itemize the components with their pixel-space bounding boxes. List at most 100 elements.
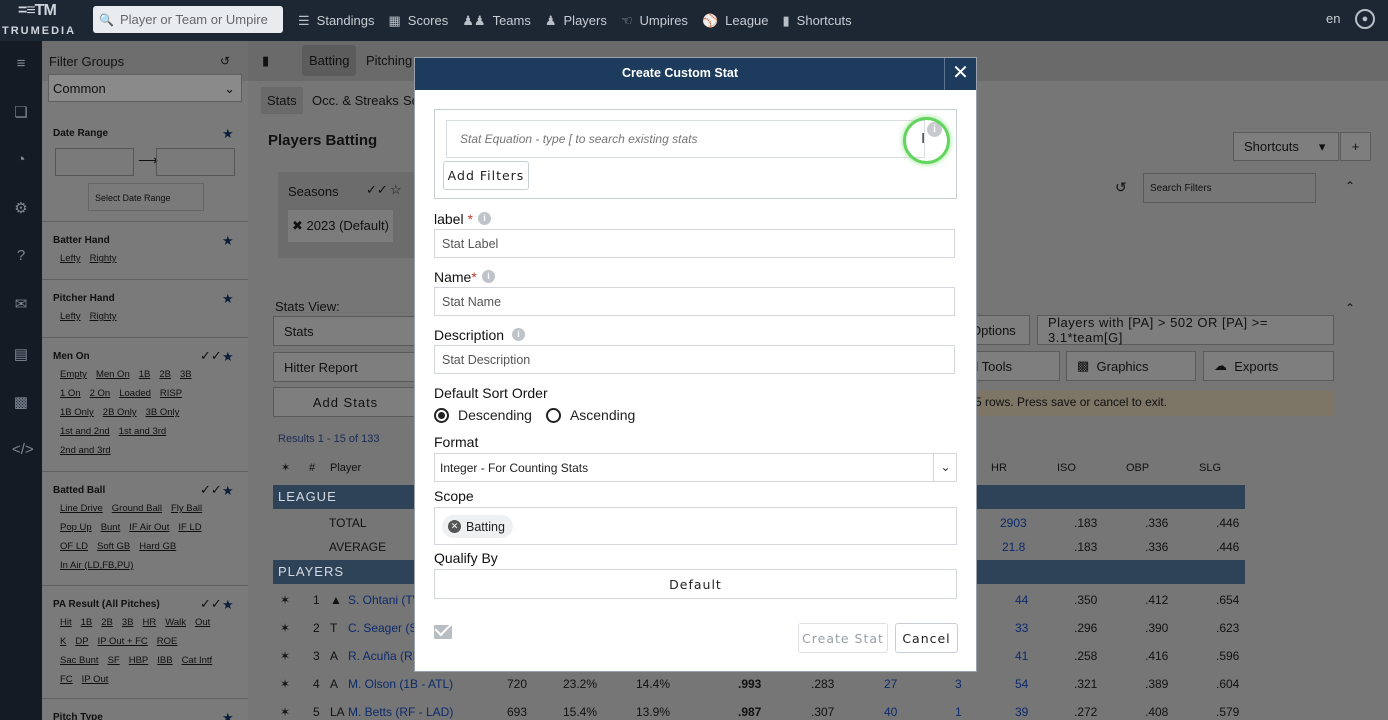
format-select[interactable]: Integer - For Counting Stats ⌄ bbox=[434, 453, 957, 482]
star-icon[interactable]: ★ bbox=[222, 710, 234, 720]
filter-link[interactable]: 1st and 2nd bbox=[60, 426, 110, 437]
filter-link[interactable]: Lefty bbox=[60, 253, 81, 264]
filter-link[interactable]: 2nd and 3rd bbox=[60, 445, 111, 456]
pin-icon[interactable]: ✶ bbox=[281, 461, 290, 474]
graphics-dropdown[interactable]: ▩ Graphics bbox=[1066, 351, 1196, 381]
filter-link[interactable]: Loaded bbox=[119, 388, 151, 399]
filter-link[interactable]: Hard GB bbox=[139, 541, 176, 552]
exports-dropdown[interactable]: ☁ Exports bbox=[1203, 351, 1334, 381]
filter-link[interactable]: SF bbox=[108, 655, 120, 666]
global-search[interactable]: 🔍 bbox=[93, 6, 283, 33]
filter-link[interactable]: Hit bbox=[60, 617, 72, 628]
add-stats-button[interactable]: Add Stats bbox=[273, 387, 418, 417]
reset-filters-icon[interactable]: ↺ bbox=[1115, 179, 1127, 196]
mail-icon[interactable] bbox=[434, 625, 452, 639]
column-header-iso[interactable]: ISO bbox=[1057, 462, 1076, 474]
search-filters-input[interactable]: Search Filters bbox=[1143, 173, 1316, 203]
ascending-label[interactable]: Ascending bbox=[570, 407, 635, 423]
column-header-slg[interactable]: SLG bbox=[1199, 462, 1221, 474]
filter-link[interactable]: IP Out bbox=[82, 674, 109, 685]
filter-link[interactable]: Empty bbox=[60, 369, 87, 380]
filter-link[interactable]: RISP bbox=[160, 388, 182, 399]
tab-batting[interactable]: Batting bbox=[302, 45, 357, 76]
column-header-rank[interactable]: # bbox=[309, 462, 315, 474]
filter-link[interactable]: IF LD bbox=[178, 522, 201, 533]
copy-icon[interactable]: ❏ bbox=[12, 103, 30, 121]
filter-link[interactable]: FC bbox=[60, 674, 73, 685]
cell-count[interactable]: 3 bbox=[955, 677, 962, 691]
image-icon[interactable]: ▩ bbox=[12, 393, 30, 411]
filter-link[interactable]: 2B bbox=[159, 369, 171, 380]
create-stat-button[interactable]: Create Stat bbox=[798, 623, 888, 653]
filter-link[interactable]: Men On bbox=[96, 369, 130, 380]
season-chip[interactable]: ✖ 2023 (Default) bbox=[288, 210, 393, 242]
filter-link[interactable]: Out bbox=[195, 617, 210, 628]
nav-umpires[interactable]: ☜ Umpires bbox=[621, 13, 688, 29]
filter-link[interactable]: OF LD bbox=[60, 541, 88, 552]
filter-link[interactable]: Righty bbox=[90, 311, 117, 322]
filter-link[interactable]: HR bbox=[143, 617, 157, 628]
qualify-by-button[interactable]: Default bbox=[434, 569, 957, 599]
nav-players[interactable]: ♟ Players bbox=[545, 13, 607, 29]
remove-chip-icon[interactable]: ✖ bbox=[292, 218, 303, 233]
filter-link[interactable]: 2 On bbox=[90, 388, 111, 399]
filter-link[interactable]: Line Drive bbox=[60, 503, 103, 514]
filter-link[interactable]: 2B bbox=[101, 617, 113, 628]
column-header-hr[interactable]: HR bbox=[991, 462, 1007, 474]
filter-link[interactable]: Bunt bbox=[101, 522, 121, 533]
filter-link[interactable]: Fly Ball bbox=[171, 503, 202, 514]
gear-icon[interactable]: ⚙ bbox=[12, 199, 30, 217]
subtab-occ-streaks[interactable]: Occ. & Streaks bbox=[312, 93, 399, 108]
star-icon[interactable]: ★ bbox=[222, 597, 234, 613]
nav-shortcuts[interactable]: ▮ Shortcuts bbox=[783, 13, 852, 29]
column-header-obp[interactable]: OBP bbox=[1126, 462, 1149, 474]
player-link[interactable]: M. Olson (1B - ATL) bbox=[348, 677, 453, 691]
column-header-player[interactable]: Player bbox=[330, 462, 361, 474]
check-all-icon[interactable]: ✓✓ bbox=[200, 596, 222, 612]
info-icon[interactable]: i bbox=[478, 212, 491, 225]
add-filters-button[interactable]: Add Filters bbox=[443, 161, 529, 190]
filter-menu-icon[interactable]: ≡ bbox=[12, 55, 30, 73]
descending-label[interactable]: Descending bbox=[458, 407, 532, 423]
player-link[interactable]: S. Ohtani (TW bbox=[348, 593, 424, 607]
pin-icon[interactable]: ✶ bbox=[280, 621, 290, 635]
filter-link[interactable]: Pop Up bbox=[60, 522, 92, 533]
nav-teams[interactable]: ♟♟ Teams bbox=[462, 13, 531, 29]
stat-description-input[interactable] bbox=[434, 345, 955, 374]
code-icon[interactable]: </> bbox=[12, 441, 34, 459]
filter-link[interactable]: Walk bbox=[165, 617, 186, 628]
filter-link[interactable]: ROE bbox=[157, 636, 178, 647]
filter-link[interactable]: 3B Only bbox=[146, 407, 180, 418]
close-icon[interactable]: ✕ bbox=[944, 58, 976, 90]
subtab-stats[interactable]: Stats bbox=[261, 87, 303, 114]
check-all-icon[interactable]: ✓✓ bbox=[200, 482, 222, 498]
filter-link[interactable]: 1 On bbox=[60, 388, 81, 399]
player-link[interactable]: R. Acuña (RF bbox=[348, 649, 420, 663]
filter-link[interactable]: 1B Only bbox=[60, 407, 94, 418]
radio-descending[interactable] bbox=[434, 407, 449, 423]
filter-link[interactable]: 1B bbox=[139, 369, 151, 380]
scope-select[interactable]: ✕ Batting bbox=[434, 507, 957, 545]
cell-hr[interactable]: 21.8 bbox=[1002, 540, 1025, 554]
star-outline-icon[interactable]: ☆ bbox=[390, 182, 402, 198]
filter-link[interactable]: IP Out + FC bbox=[98, 636, 148, 647]
filter-link[interactable]: Cat Intf bbox=[182, 655, 213, 666]
cell-count[interactable]: 1 bbox=[955, 705, 962, 719]
remove-chip-icon[interactable]: ✕ bbox=[448, 520, 461, 533]
chart-icon[interactable]: ◔ bbox=[12, 151, 30, 169]
book-icon[interactable]: ▤ bbox=[12, 345, 30, 363]
stats-view-select[interactable]: Stats bbox=[273, 316, 418, 346]
cell-count[interactable]: 40 bbox=[884, 705, 897, 719]
star-icon[interactable]: ★ bbox=[222, 291, 234, 307]
qualifier-button[interactable]: Players with [PA] > 502 OR [PA] >= 3.1*t… bbox=[1037, 315, 1334, 345]
shortcuts-dropdown[interactable]: Shortcuts ▾ bbox=[1233, 132, 1339, 161]
chevron-down-icon[interactable]: ⌄ bbox=[933, 454, 957, 481]
pin-icon[interactable]: ✶ bbox=[280, 649, 290, 663]
pin-icon[interactable]: ✶ bbox=[280, 593, 290, 607]
info-icon[interactable]: i bbox=[512, 328, 525, 341]
trumedia-logo[interactable]: =≡TM TRUMEDIA bbox=[0, 0, 80, 41]
cell-hr[interactable]: 54 bbox=[1015, 677, 1028, 691]
date-end-input[interactable] bbox=[156, 148, 235, 176]
filter-link[interactable]: Righty bbox=[90, 253, 117, 264]
filter-link[interactable]: IBB bbox=[157, 655, 172, 666]
